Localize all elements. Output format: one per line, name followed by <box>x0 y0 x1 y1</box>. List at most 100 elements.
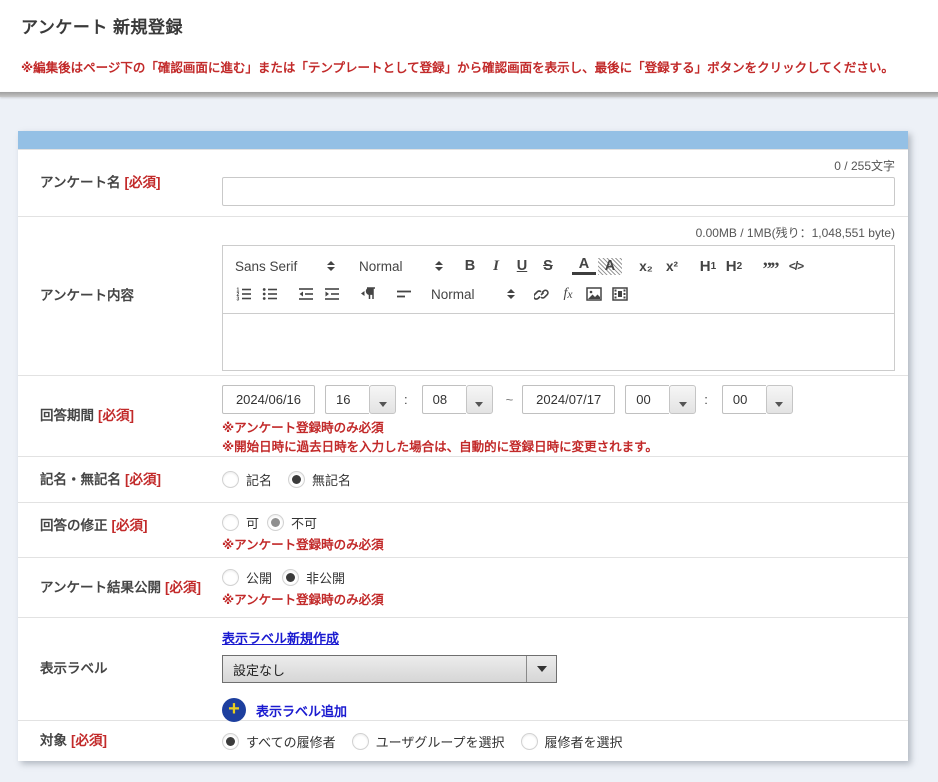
radio-option-anonymous[interactable]: 無記名 <box>288 470 351 489</box>
anonymity-label: 記名・無記名 <box>40 472 121 487</box>
period-label: 回答期間 <box>40 408 94 423</box>
header-picker[interactable]: Normal <box>355 259 447 274</box>
radio-icon[interactable] <box>222 471 239 488</box>
text-direction-icon[interactable] <box>356 282 380 306</box>
align-icon[interactable] <box>392 282 416 306</box>
editor-content-area[interactable] <box>223 314 894 370</box>
display-label-select[interactable]: 設定なし <box>222 655 557 683</box>
outdent-icon[interactable] <box>294 282 318 306</box>
chevron-down-icon <box>679 402 687 407</box>
ordered-list-icon[interactable]: 123 <box>232 282 256 306</box>
dropdown-arrow-button[interactable] <box>669 385 696 414</box>
header-2-icon[interactable]: H2 <box>722 254 746 278</box>
chevron-down-icon <box>379 402 387 407</box>
link-icon[interactable] <box>530 282 554 306</box>
survey-name-label: アンケート名 <box>40 175 120 190</box>
radio-option-signed[interactable]: 記名 <box>222 470 272 489</box>
radio-icon[interactable] <box>222 514 239 531</box>
display-label-label: 表示ラベル <box>40 661 108 676</box>
required-badge: [必須] <box>98 408 134 423</box>
video-icon[interactable] <box>608 282 632 306</box>
result-publish-note: ※アンケート登録時のみ必須 <box>222 591 895 610</box>
editor-toolbar: Sans Serif Normal B I U S A A x₂ x² <box>223 246 894 314</box>
answer-edit-note: ※アンケート登録時のみ必須 <box>222 536 895 555</box>
required-badge: [必須] <box>71 733 107 748</box>
create-display-label-link[interactable]: 表示ラベル新規作成 <box>222 631 339 646</box>
radio-option-user-group[interactable]: ユーザグループを選択 <box>352 732 505 751</box>
required-badge: [必須] <box>112 518 148 533</box>
updown-arrows-icon <box>507 289 515 299</box>
lineheight-picker[interactable]: Normal <box>427 287 519 302</box>
header-1-icon[interactable]: H1 <box>696 254 720 278</box>
radio-icon[interactable] <box>222 733 239 750</box>
image-icon[interactable] <box>582 282 606 306</box>
radio-icon[interactable] <box>282 569 299 586</box>
underline-icon[interactable]: U <box>510 254 534 278</box>
radio-option-private[interactable]: 非公開 <box>282 568 345 587</box>
code-block-icon[interactable]: </> <box>784 254 808 278</box>
formula-icon[interactable]: fx <box>556 282 580 306</box>
radio-option-select-students[interactable]: 履修者を選択 <box>521 732 623 751</box>
radio-icon[interactable] <box>288 471 305 488</box>
row-survey-body: アンケート内容 0.00MB / 1MB(残り：1,048,551 byte) … <box>18 216 908 375</box>
radio-icon[interactable] <box>267 514 284 531</box>
end-date-input[interactable] <box>522 385 615 414</box>
dropdown-arrow-button[interactable] <box>766 385 793 414</box>
font-picker[interactable]: Sans Serif <box>231 259 339 274</box>
row-anonymity: 記名・無記名 [必須] 記名 無記名 <box>18 456 908 502</box>
page-header: アンケート 新規登録 ※編集後はページ下の「確認画面に進む」または「テンプレート… <box>0 0 938 92</box>
radio-option-public[interactable]: 公開 <box>222 568 272 587</box>
survey-form-card: アンケート名 [必須] 0 / 255文字 アンケート内容 0.00MB / 1M… <box>18 131 908 761</box>
end-minute-select[interactable]: 00 <box>722 385 793 414</box>
indent-icon[interactable] <box>320 282 344 306</box>
size-counter: 0.00MB / 1MB(残り：1,048,551 byte) <box>222 217 895 241</box>
rich-text-editor: Sans Serif Normal B I U S A A x₂ x² <box>222 245 895 371</box>
row-survey-name: アンケート名 [必須] 0 / 255文字 <box>18 149 908 216</box>
select-arrow-button[interactable] <box>526 656 556 682</box>
start-hour-select[interactable]: 16 <box>325 385 396 414</box>
required-badge: [必須] <box>125 472 161 487</box>
page-warning-text: ※編集後はページ下の「確認画面に進む」または「テンプレートとして登録」から確認画… <box>21 57 918 76</box>
period-note-1: ※アンケート登録時のみ必須 <box>222 419 895 438</box>
row-display-label: 表示ラベル 表示ラベル新規作成 設定なし + 表示ラベル追加 <box>18 617 908 720</box>
strikethrough-icon[interactable]: S <box>536 254 560 278</box>
background-color-icon[interactable]: A <box>598 258 622 275</box>
start-minute-select[interactable]: 08 <box>422 385 493 414</box>
target-label: 対象 <box>40 733 67 748</box>
svg-text:3: 3 <box>237 297 240 302</box>
italic-icon[interactable]: I <box>484 254 508 278</box>
radio-icon[interactable] <box>352 733 369 750</box>
start-date-input[interactable] <box>222 385 315 414</box>
updown-arrows-icon <box>327 261 335 271</box>
add-display-label-button[interactable]: + 表示ラベル追加 <box>222 698 895 722</box>
bold-icon[interactable]: B <box>458 254 482 278</box>
char-counter: 0 / 255文字 <box>222 150 895 174</box>
radio-option-not-editable[interactable]: 不可 <box>267 513 317 532</box>
updown-arrows-icon <box>435 261 443 271</box>
row-answer-period: 回答期間[必須] 16 : 08 ~ 00 : <box>18 375 908 456</box>
radio-icon[interactable] <box>521 733 538 750</box>
blockquote-icon[interactable]: ”” <box>758 254 782 278</box>
end-hour-select[interactable]: 00 <box>625 385 696 414</box>
card-accent-bar <box>18 131 908 149</box>
answer-edit-label: 回答の修正 <box>40 518 108 533</box>
dropdown-arrow-button[interactable] <box>466 385 493 414</box>
survey-name-input[interactable] <box>222 177 895 206</box>
required-badge: [必須] <box>124 175 160 190</box>
bullet-list-icon[interactable] <box>258 282 282 306</box>
radio-option-editable[interactable]: 可 <box>222 513 259 532</box>
text-color-icon[interactable]: A <box>572 258 596 275</box>
result-publish-label: アンケート結果公開 <box>40 580 161 595</box>
row-answer-edit: 回答の修正 [必須] 可 不可 ※アンケート登録時のみ必須 <box>18 502 908 557</box>
header-divider <box>0 92 938 97</box>
row-result-publish: アンケート結果公開 [必須] 公開 非公開 ※アンケート登録時のみ必須 <box>18 557 908 617</box>
dropdown-arrow-button[interactable] <box>369 385 396 414</box>
radio-icon[interactable] <box>222 569 239 586</box>
required-badge: [必須] <box>165 580 201 595</box>
subscript-icon[interactable]: x₂ <box>634 254 658 278</box>
radio-option-all-students[interactable]: すべての履修者 <box>222 732 336 751</box>
period-note-2: ※開始日時に過去日時を入力した場合は、自動的に登録日時に変更されます。 <box>222 438 895 457</box>
survey-body-label: アンケート内容 <box>40 288 134 303</box>
superscript-icon[interactable]: x² <box>660 254 684 278</box>
page-title: アンケート 新規登録 <box>21 13 918 38</box>
